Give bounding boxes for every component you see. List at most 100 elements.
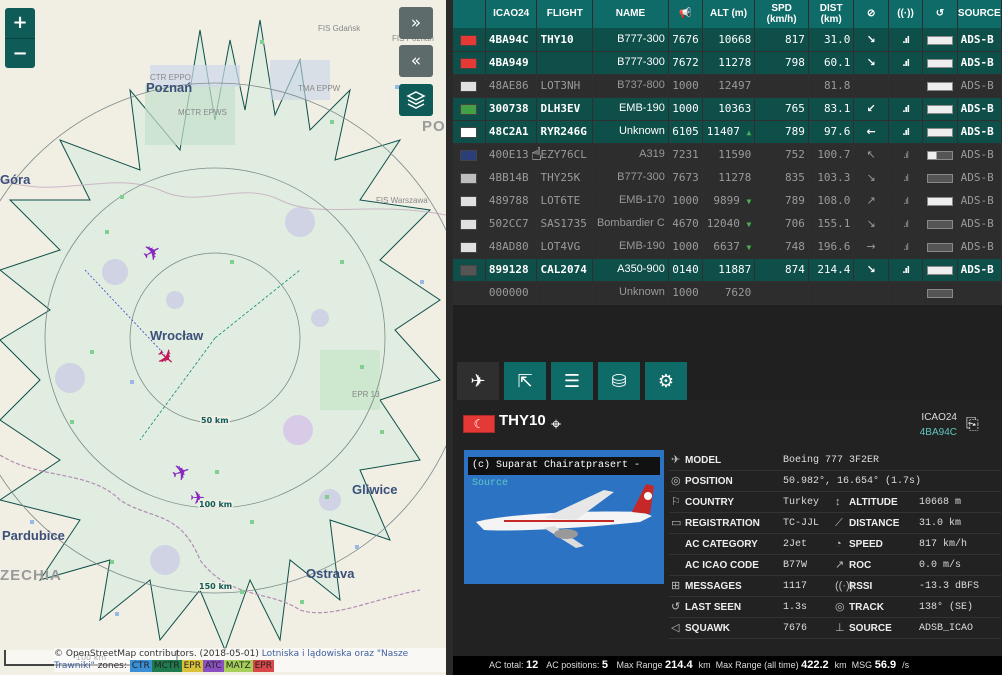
panel-divider[interactable] [446,0,453,675]
info-value: -13.3 dBFS [919,581,980,592]
map-view[interactable]: ✈ ✈ ✈ ✈ FIS Gdańsk FIS Poznań FIS Warsza… [0,0,446,675]
max-range-value: 214.4 [665,659,693,671]
col-flag[interactable] [453,0,486,29]
signal-bars-icon: .ıl [902,266,910,276]
row-track: ↗ [853,189,889,213]
locate-target-icon[interactable]: ⌖ [551,414,561,435]
row-icao: 899128 [485,258,538,282]
signal-bars-icon: .ıl [902,128,910,138]
table-row[interactable]: 48AE86 LOT3NH B737-800 1000 12497 81.8 ADS-B [453,74,1002,98]
signal-bars-icon: .ıl [902,36,910,46]
photo-source-link[interactable]: Source [472,478,508,489]
tab-database[interactable]: ⛁ [598,362,640,400]
plane-icon: ✈ [470,370,486,392]
copy-icon[interactable]: ⎘ [966,414,988,438]
table-row[interactable]: 489788 LOT6TE EMB-170 1000 9899 ▼ 789 108.0 ↗ .ı… [453,189,1002,213]
row-last-seen [922,281,958,305]
col-source[interactable]: SOURCE [957,0,1002,29]
table-row[interactable]: 4BA949 B777-300 7672 11278 798 60.1 ↘ .ıl ADS-B [453,51,1002,75]
col-squawk[interactable]: 📢 [668,0,703,29]
altitude-value: 9899 [713,194,740,207]
row-icao: 300738 [485,97,538,121]
altitude-trend: ▼ [746,243,752,252]
detail-icao-value[interactable]: 4BA94C [920,427,957,438]
altitude-value: 10363 [718,102,752,115]
city-label: Gliwice [352,482,398,497]
col-rssi[interactable]: ((·)) [888,0,924,29]
row-flag [453,143,486,167]
info-icon: ((·)) [835,580,854,592]
row-rssi: .ıl [888,189,924,213]
col-distance[interactable]: DIST (km) [808,0,855,29]
range-ring-label: 50 km [200,416,230,425]
col-icao24[interactable]: ICAO24 [485,0,538,29]
info-value: Boeing 777 3F2ER [783,455,880,466]
map-canvas [0,0,446,675]
row-squawk: 7672 [668,51,703,75]
tab-external[interactable]: ⇱ [504,362,546,400]
table-row[interactable]: 4BB14B THY25K B777-300 7673 11278 835 103.3 ↘.… [453,166,1002,190]
tab-settings[interactable]: ⚙ [645,362,687,400]
col-name[interactable]: NAME [592,0,669,29]
table-row[interactable]: 300738 DLH3EV EMB-190 1000 10363 765 83.1 ↙ .ıl… [453,97,1002,121]
row-flag [453,74,486,98]
detail-flight: THY10 [499,412,546,429]
zoom-control: + − [5,8,35,68]
col-speed[interactable]: SPD (km/h) [754,0,809,29]
info-row: ◁ SQUAWK 7676 ⊥ SOURCE ADSB_ICAO [669,618,1001,639]
info-value: 1117 [783,581,808,592]
table-row[interactable]: 48C2A1 RYR246G Unknown 6105 11407 ▲ 789 97.6 ←.… [453,120,1002,144]
table-row[interactable]: 899128 CAL2074 A350-900 0140 11887 874 214.4 ↘… [453,258,1002,282]
col-last-seen[interactable]: ↺ [922,0,958,29]
row-last-seen [922,120,958,144]
layers-button[interactable] [399,84,433,116]
row-distance: 60.1 [808,51,855,75]
info-label-text: ALTITUDE [849,497,898,508]
map-attribution: © OpenStreetMap contributors. (2018-05-0… [54,648,446,672]
photo-credit: (c) Suparat Chairatprasert - Source [468,457,660,489]
expand-panel-button[interactable]: » [399,7,433,39]
table-row[interactable]: 502CC7 SAS1735 Bombardier C 4670 12040 ▼ 706 1… [453,212,1002,236]
tab-filters[interactable]: ☰ [551,362,593,400]
country-flag-icon [460,103,478,115]
row-flight: LOT6TE [536,189,594,213]
city-label: Wrocław [150,328,204,343]
signal-bars-icon: .ıl [902,59,910,69]
row-flag [453,166,486,190]
info-label-text: SQUAWK [685,623,730,634]
row-flag [453,235,486,259]
table-row[interactable]: 48AD80 LOT4VG EMB-190 1000 6637 ▼ 748 196.6 → .ı… [453,235,1002,259]
info-value: Turkey [783,497,820,508]
country-flag-icon [460,34,478,46]
last-seen-bar [926,173,953,183]
altitude-value: 11887 [718,263,752,276]
info-row: AC CATEGORY 2Jet ◔ SPEED 817 km/h [669,534,1001,555]
table-row[interactable]: 4BA94C THY10 B777-300 7676 10668 817 31.0 ↘ .ıl… [453,28,1002,52]
aircraft-photo[interactable]: (c) Suparat Chairatprasert - Source [464,450,664,584]
row-distance: 31.0 [808,28,855,52]
col-track[interactable]: ⊘ [853,0,889,29]
row-distance: 81.8 [808,74,855,98]
row-track [853,74,889,98]
row-last-seen [922,212,958,236]
info-label: ⟋ DISTANCE [835,513,899,534]
row-track: ↘ [853,258,889,282]
tab-aircraft[interactable]: ✈ [457,362,499,400]
country-flag-icon [460,80,478,92]
collapse-panel-button[interactable]: « [399,45,433,77]
row-icao: 400E13 [485,143,538,167]
signal-bars-icon: .ıl [903,197,909,207]
col-flight[interactable]: FLIGHT [536,0,594,29]
last-seen-bar [926,127,953,137]
info-label-text: LAST SEEN [685,602,742,613]
col-altitude[interactable]: ALT (m) [702,0,756,29]
city-label: Ostrava [306,566,355,581]
info-label: ↗ ROC [835,555,871,576]
row-icao: 4BA949 [485,51,538,75]
zone-chip: CTR [129,660,152,672]
row-altitude: 10668 [702,28,756,52]
zoom-out-button[interactable]: − [5,38,35,68]
info-label-text: AC ICAO CODE [685,560,759,571]
table-row[interactable]: 000000 Unknown 1000 7620 [453,281,1002,305]
zoom-in-button[interactable]: + [5,8,35,38]
